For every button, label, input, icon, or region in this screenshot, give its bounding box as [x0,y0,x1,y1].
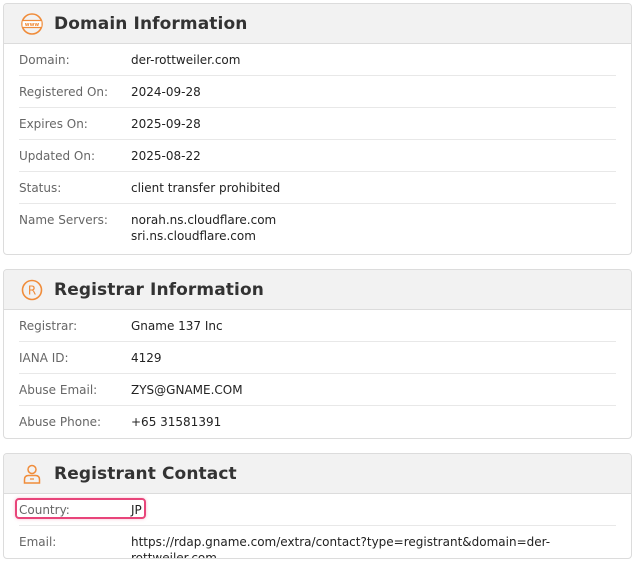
registered-on-label: Registered On: [19,85,109,99]
registrar-value: Gname 137 Inc [131,319,223,333]
name-servers-row: Name Servers: norah.ns.cloudflare.com sr… [19,204,616,252]
status-label: Status: [19,181,62,195]
registrar-information-header: R Registrar Information [4,270,631,310]
registrant-contact-title: Registrant Contact [54,463,237,484]
svg-text:R: R [28,283,36,297]
country-value: JP [131,503,142,517]
abuse-email-value: ZYS@GNAME.COM [131,383,243,397]
name-servers-value: norah.ns.cloudflare.com sri.ns.cloudflar… [131,212,276,244]
expires-on-row: Expires On: 2025-09-28 [19,108,616,140]
registrar-label: Registrar: [19,319,78,333]
registered-on-value: 2024-09-28 [131,85,201,99]
expires-on-value: 2025-09-28 [131,117,201,131]
registrar-row: Registrar: Gname 137 Inc [19,310,616,342]
registrant-contact-card: Registrant Contact Country: JP Email: ht… [3,453,632,559]
country-row: Country: JP [15,494,616,526]
abuse-phone-row: Abuse Phone: +65 31581391 [19,406,616,438]
registrant-contact-header: Registrant Contact [4,454,631,494]
email-row: Email: https://rdap.gname.com/extra/cont… [19,526,616,558]
updated-on-row: Updated On: 2025-08-22 [19,140,616,172]
email-label: Email: [19,535,57,549]
status-row: Status: client transfer prohibited [19,172,616,204]
www-globe-icon: www [20,12,44,36]
expires-on-label: Expires On: [19,117,88,131]
person-icon [20,462,44,486]
name-servers-label: Name Servers: [19,213,108,227]
abuse-email-label: Abuse Email: [19,383,98,397]
abuse-phone-value: +65 31581391 [131,415,222,429]
iana-id-value: 4129 [131,351,162,365]
country-label: Country: [19,503,70,517]
domain-information-card: www Domain Information Domain: der-rottw… [3,3,632,255]
abuse-phone-label: Abuse Phone: [19,415,102,429]
status-value: client transfer prohibited [131,181,281,195]
email-value[interactable]: https://rdap.gname.com/extra/contact?typ… [131,534,616,558]
domain-row: Domain: der-rottweiler.com [19,44,616,76]
name-server-1: norah.ns.cloudflare.com [131,213,277,227]
registrar-information-title: Registrar Information [54,279,264,300]
registered-mark-icon: R [20,278,44,302]
registrar-information-card: R Registrar Information Registrar: Gname… [3,269,632,439]
updated-on-value: 2025-08-22 [131,149,201,163]
registered-on-row: Registered On: 2024-09-28 [19,76,616,108]
iana-id-row: IANA ID: 4129 [19,342,616,374]
domain-value: der-rottweiler.com [131,53,241,67]
domain-information-title: Domain Information [54,13,248,34]
updated-on-label: Updated On: [19,149,95,163]
domain-information-header: www Domain Information [4,4,631,44]
iana-id-label: IANA ID: [19,351,69,365]
svg-text:www: www [25,22,40,28]
abuse-email-row: Abuse Email: ZYS@GNAME.COM [19,374,616,406]
domain-label: Domain: [19,53,70,67]
name-server-2: sri.ns.cloudflare.com [131,229,256,243]
